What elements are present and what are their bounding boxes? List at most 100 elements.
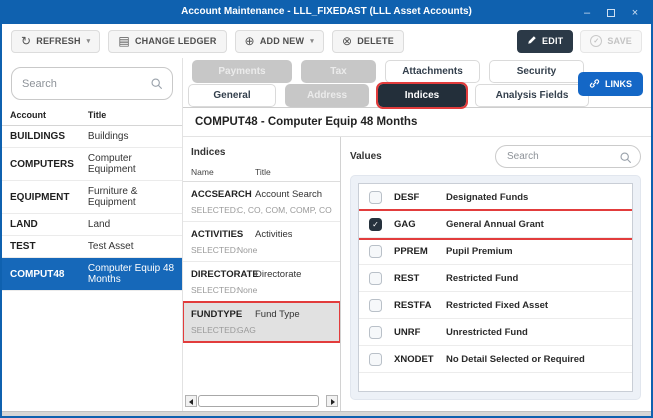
index-row-main: ACCSEARCH Account Search [191, 189, 332, 200]
account-title: Land [79, 213, 182, 236]
close-button[interactable]: × [623, 2, 647, 24]
tab-address[interactable]: Address [285, 84, 369, 107]
value-row-desf[interactable]: DESF Designated Funds [359, 184, 632, 211]
window-bottom-strip [2, 411, 651, 416]
minimize-button[interactable]: – [575, 2, 599, 24]
account-row-comput48[interactable]: COMPUT48 Computer Equip 48 Months [2, 257, 182, 291]
change-ledger-button[interactable]: ▤ CHANGE LEDGER [108, 29, 227, 53]
tab-attachments[interactable]: Attachments [385, 60, 480, 83]
accounts-column-title: Title [79, 108, 182, 126]
search-icon [151, 78, 162, 89]
value-code: REST [394, 272, 420, 284]
index-row-selected: SELECTED: None [191, 245, 332, 255]
save-label: SAVE [607, 36, 632, 46]
index-title: Directorate [255, 269, 302, 280]
selected-values: None [237, 245, 258, 255]
account-code: COMPUTERS [2, 147, 80, 181]
value-row-restfa[interactable]: RESTFA Restricted Fixed Asset [359, 292, 632, 319]
scroll-right-icon[interactable] [326, 395, 338, 407]
value-code: DESF [394, 191, 420, 203]
chevron-down-icon: ▾ [86, 38, 91, 45]
indices-column-name: Name [191, 167, 214, 177]
selected-values: GAG [237, 325, 256, 335]
checkbox-icon[interactable] [369, 190, 382, 204]
value-row-rest[interactable]: REST Restricted Fund [359, 265, 632, 292]
index-row-selected: SELECTED:C, CO, COM, COMP, COMPU, CO [191, 205, 332, 215]
account-row-equipment[interactable]: EQUIPMENT Furniture & Equipment [2, 180, 182, 214]
refresh-button[interactable]: ↻ REFRESH ▾ [11, 29, 101, 53]
index-title: Activities [255, 229, 293, 240]
change-ledger-label: CHANGE LEDGER [134, 36, 217, 46]
edit-button[interactable]: EDIT [517, 29, 574, 53]
checkbox-icon[interactable] [369, 352, 382, 366]
edit-label: EDIT [542, 36, 564, 46]
value-row-pprem[interactable]: PPREM Pupil Premium [359, 238, 632, 265]
app-window: Account Maintenance - LLL_FIXEDAST (LLL … [0, 0, 653, 418]
index-name: ACTIVITIES [191, 229, 244, 240]
accounts-column-account: Account [2, 108, 80, 126]
index-name: FUNDTYPE [191, 309, 243, 320]
maximize-button[interactable] [599, 2, 623, 24]
refresh-icon: ↻ [21, 34, 32, 48]
value-code: GAG [394, 218, 416, 230]
value-row-gag[interactable]: ✓ GAG General Annual Grant [359, 211, 632, 238]
value-code: RESTFA [394, 299, 432, 311]
index-name: DIRECTORATE [191, 269, 259, 280]
link-icon [589, 78, 600, 91]
account-code: LAND [2, 213, 80, 236]
value-code: PPREM [394, 245, 428, 257]
account-code: TEST [2, 235, 80, 258]
index-row-fundtype[interactable]: FUNDTYPE Fund Type SELECTED: GAG [183, 301, 340, 343]
tab-tax[interactable]: Tax [301, 60, 376, 83]
account-title: Furniture & Equipment [79, 180, 182, 214]
value-title: General Annual Grant [446, 218, 544, 230]
account-title: Computer Equip 48 Months [79, 257, 182, 291]
tab-security[interactable]: Security [489, 60, 584, 83]
value-title: Restricted Fixed Asset [446, 299, 549, 311]
checkbox-icon[interactable] [369, 325, 382, 339]
checkbox-icon[interactable] [369, 271, 382, 285]
add-icon: ⊕ [244, 34, 255, 48]
horizontal-scrollbar[interactable] [185, 395, 338, 407]
tab-indices[interactable]: Indices [376, 82, 468, 109]
value-title: Designated Funds [446, 191, 529, 203]
add-new-label: ADD NEW [259, 36, 305, 46]
links-button[interactable]: LINKS [578, 72, 643, 96]
index-row-directorate[interactable]: DIRECTORATE Directorate SELECTED: None [183, 262, 340, 302]
account-title: Computer Equipment [79, 147, 182, 181]
checkbox-icon[interactable] [369, 298, 382, 312]
selected-label: SELECTED: [191, 325, 239, 335]
delete-button[interactable]: ⊗ DELETE [331, 29, 404, 53]
tab-payments[interactable]: Payments [192, 60, 292, 83]
account-row-buildings[interactable]: BUILDINGS Buildings [2, 125, 182, 148]
checkbox-icon[interactable] [369, 244, 382, 258]
checkbox-checked-icon[interactable]: ✓ [369, 217, 382, 231]
value-row-xnodet[interactable]: XNODET No Detail Selected or Required [359, 346, 632, 373]
scroll-left-icon[interactable] [185, 395, 197, 407]
account-row-test[interactable]: TEST Test Asset [2, 235, 182, 258]
selected-label: SELECTED: [191, 285, 239, 295]
indices-panel: Indices Name Title ACCSEARCH Account Sear… [183, 137, 341, 411]
index-row-selected: SELECTED: GAG [191, 325, 332, 335]
index-row-main: FUNDTYPE Fund Type [191, 309, 332, 320]
index-row-accsearch[interactable]: ACCSEARCH Account Search SELECTED: C, CO, C… [183, 182, 340, 222]
value-title: Pupil Premium [446, 245, 513, 257]
selected-values: C, CO, COM, COMP, COMPU, CO [237, 205, 332, 215]
titlebar: Account Maintenance - LLL_FIXEDAST (LLL … [2, 2, 651, 24]
tab-analysis-fields[interactable]: Analysis Fields [475, 84, 589, 107]
add-new-button[interactable]: ⊕ ADD NEW ▾ [234, 29, 324, 53]
links-label: LINKS [605, 79, 632, 89]
index-title: Fund Type [255, 309, 300, 320]
record-title: COMPUT48 - Computer Equip 48 Months [183, 108, 651, 137]
account-row-computers[interactable]: COMPUTERS Computer Equipment [2, 147, 182, 181]
tab-strip: Payments Tax Attachments Security General Ad… [183, 58, 651, 109]
index-row-main: ACTIVITIES Activities [191, 229, 332, 240]
value-title: Restricted Fund [446, 272, 519, 284]
account-search-input[interactable] [11, 67, 173, 100]
value-row-unrf[interactable]: UNRF Unrestricted Fund [359, 319, 632, 346]
scrollbar-track[interactable] [198, 395, 319, 407]
save-button[interactable]: ✓ SAVE [580, 29, 642, 53]
account-row-land[interactable]: LAND Land [2, 213, 182, 236]
tab-general[interactable]: General [188, 84, 276, 107]
index-row-activities[interactable]: ACTIVITIES Activities SELECTED: None [183, 222, 340, 262]
